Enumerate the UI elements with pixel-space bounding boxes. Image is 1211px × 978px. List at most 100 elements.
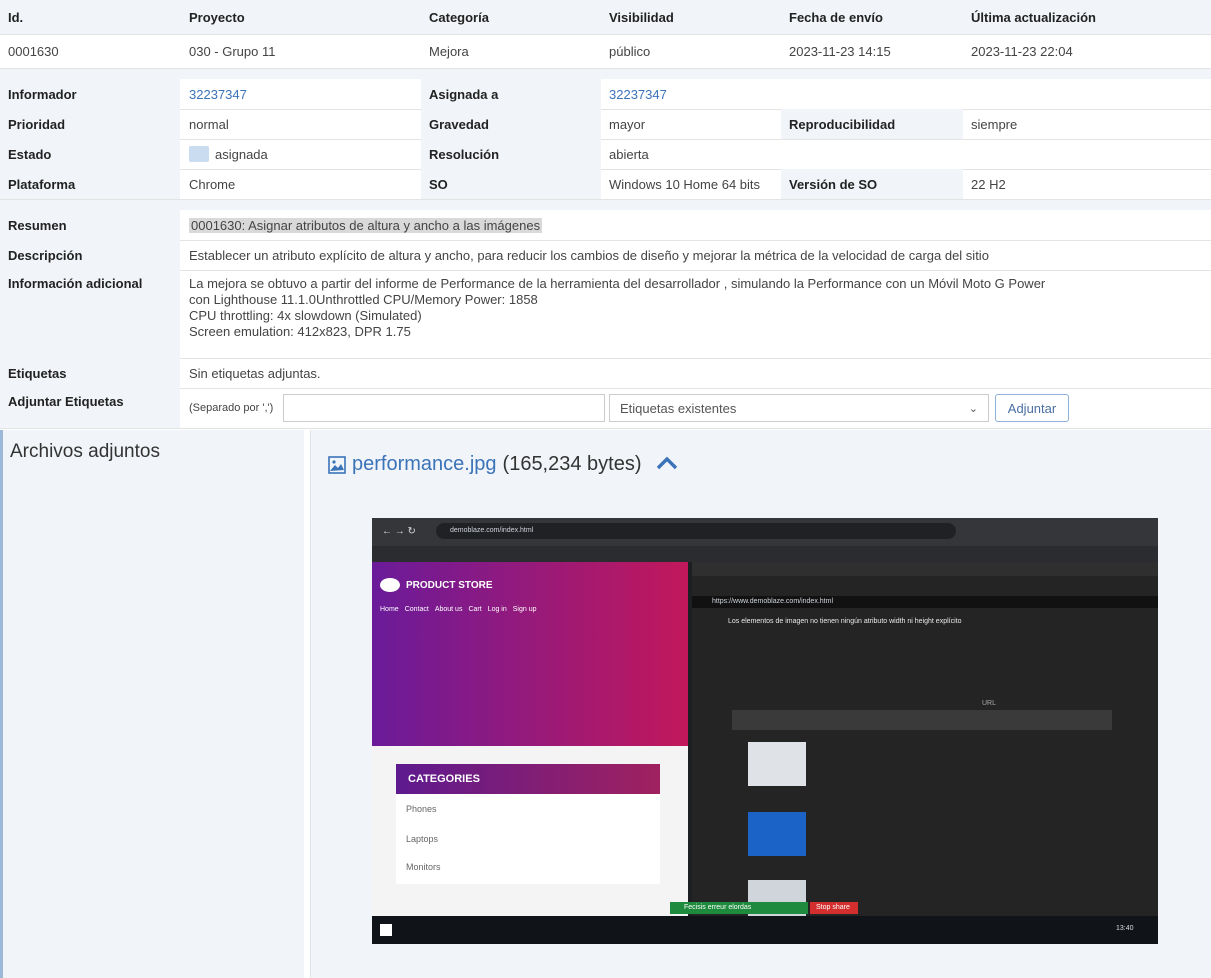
- nav-arrows-icon: ← → ↻: [382, 526, 416, 537]
- store-name: PRODUCT STORE: [406, 580, 493, 591]
- summary-text: 0001630: Asignar atributos de altura y a…: [189, 217, 543, 233]
- os-value: Windows 10 Home 64 bits: [609, 176, 761, 192]
- store-nav-item: About us: [434, 606, 463, 613]
- issue-visibility: público: [609, 43, 651, 59]
- taskbar-clock: 13:40: [1116, 925, 1134, 932]
- stop-share-text: Stop share: [816, 904, 850, 911]
- issue-row: 0001630 030 - Grupo 11 Mejora público 20…: [0, 34, 1211, 69]
- issue-submitted: 2023-11-23 14:15: [789, 43, 891, 59]
- audit-url-col: URL: [982, 700, 997, 707]
- address-bar: demoblaze.com/index.html: [436, 523, 956, 539]
- store-nav-item: Cart: [468, 606, 482, 613]
- browser-toolbar: ← → ↻ demoblaze.com/index.html: [372, 518, 1158, 546]
- attachment-filename[interactable]: performance.jpg: [352, 453, 497, 476]
- description-value: Establecer un atributo explícito de altu…: [189, 247, 989, 263]
- col-updated: Última actualización: [971, 9, 1096, 25]
- priority-label: Prioridad: [0, 109, 180, 139]
- col-visibility: Visibilidad: [609, 9, 674, 25]
- reproducibility-label: Reproducibilidad: [781, 109, 963, 139]
- reporter-row: Informador 32237347 Asignada a 32237347: [0, 79, 1211, 110]
- categories-list: Phones Laptops Monitors: [396, 794, 660, 884]
- summary-label: Resumen: [0, 210, 180, 240]
- additional-info-row: Información adicional La mejora se obtuv…: [0, 270, 1211, 359]
- category-item: Phones: [406, 804, 437, 814]
- store-logo-icon: [380, 578, 400, 592]
- summary-value: 0001630: Asignar atributos de altura y a…: [181, 210, 1211, 240]
- image-file-icon: [328, 455, 346, 474]
- resolution-label: Resolución: [421, 139, 601, 169]
- bookmarks-bar: [372, 546, 1158, 562]
- issue-id: 0001630: [8, 43, 59, 59]
- audit-thumb: [748, 742, 806, 786]
- severity-label: Gravedad: [421, 109, 601, 139]
- platform-value: Chrome: [189, 176, 236, 192]
- additional-line: CPU throttling: 4x slowdown (Simulated): [189, 308, 422, 323]
- status-label: Estado: [0, 139, 180, 169]
- audit-thumb: [748, 812, 806, 856]
- additional-info-value: La mejora se obtuvo a partir del informe…: [181, 270, 1211, 358]
- attachments-title: Archivos adjuntos: [10, 441, 160, 462]
- platform-row: Plataforma Chrome SO Windows 10 Home 64 …: [0, 169, 1211, 200]
- col-category: Categoría: [429, 9, 489, 25]
- col-project: Proyecto: [189, 9, 245, 25]
- tags-value: Sin etiquetas adjuntas.: [189, 365, 321, 381]
- attachment-filesize: (165,234 bytes): [502, 453, 642, 475]
- category-item: Monitors: [406, 862, 441, 872]
- issue-project: 030 - Grupo 11: [189, 43, 276, 59]
- tags-label: Etiquetas: [0, 358, 180, 388]
- priority-row: Prioridad normal Gravedad mayor Reproduc…: [0, 109, 1211, 140]
- share-bar: Fecisis erreur elordas: [670, 902, 808, 914]
- devtools-panel: https://www.demoblaze.com/index.html Los…: [692, 562, 1158, 932]
- reproducibility-value: siempre: [971, 116, 1018, 132]
- os-version-label: Versión de SO: [781, 169, 963, 199]
- categories-title: CATEGORIES: [408, 773, 480, 785]
- reporter-link[interactable]: 32237347: [181, 79, 421, 109]
- attachment-preview-image[interactable]: ← → ↻ demoblaze.com/index.html PRODUCT S…: [372, 518, 1158, 944]
- assigned-link[interactable]: 32237347: [601, 79, 781, 109]
- categories-header: CATEGORIES: [396, 764, 660, 794]
- header-row: Id. Proyecto Categoría Visibilidad Fecha…: [0, 0, 1211, 35]
- audit-thumb: [748, 880, 806, 920]
- additional-info-label: Información adicional: [0, 270, 180, 358]
- severity-value: mayor: [609, 116, 646, 132]
- col-submitted: Fecha de envío: [789, 9, 883, 25]
- tags-row: Etiquetas Sin etiquetas adjuntas.: [0, 358, 1211, 389]
- platform-label: Plataforma: [0, 169, 180, 199]
- chevron-up-icon[interactable]: [656, 453, 678, 476]
- issue-updated: 2023-11-23 22:04: [971, 43, 1073, 59]
- store-nav: Home Contact About us Cart Log in Sign u…: [380, 606, 537, 613]
- stop-share-button: Stop share: [810, 902, 858, 914]
- assigned-label: Asignada a: [421, 79, 601, 109]
- summary-row: Resumen 0001630: Asignar atributos de al…: [0, 210, 1211, 241]
- status-color-chip: [189, 146, 209, 162]
- os-label: SO: [421, 169, 601, 199]
- store-nav-item: Contact: [404, 606, 429, 613]
- priority-value: normal: [189, 116, 229, 132]
- attachments-label-cell: [0, 430, 304, 978]
- taskbar: 13:40: [372, 916, 1158, 944]
- issue-category: Mejora: [429, 43, 469, 59]
- address-url: demoblaze.com/index.html: [450, 527, 534, 534]
- tags-select[interactable]: Etiquetas existentes ⌄: [609, 394, 989, 422]
- additional-line: La mejora se obtuvo a partir del informe…: [189, 276, 1046, 291]
- attach-tags-row: Adjuntar Etiquetas (Separado por ',') Et…: [0, 388, 1211, 429]
- status-text: asignada: [215, 146, 268, 162]
- chevron-down-icon: ⌄: [968, 402, 978, 415]
- attach-tags-label: Adjuntar Etiquetas: [0, 388, 180, 428]
- status-row: Estado asignada Resolución abierta: [0, 139, 1211, 170]
- description-row: Descripción Establecer un atributo explí…: [0, 240, 1211, 271]
- devtools-url: https://www.demoblaze.com/index.html: [712, 598, 833, 605]
- tags-hint: (Separado por ','): [189, 402, 274, 414]
- description-label: Descripción: [0, 240, 180, 270]
- store-nav-item: Log in: [487, 606, 507, 613]
- col-id: Id.: [8, 9, 24, 25]
- category-item: Laptops: [406, 834, 439, 844]
- devtools-tabs: [692, 562, 1158, 576]
- tags-select-value: Etiquetas existentes: [620, 400, 737, 416]
- status-value: asignada: [181, 139, 421, 169]
- reporter-label: Informador: [0, 79, 180, 109]
- store-body: CATEGORIES Phones Laptops Monitors: [372, 746, 688, 932]
- tags-input[interactable]: [283, 394, 605, 422]
- attach-button[interactable]: Adjuntar: [995, 394, 1069, 422]
- windows-start-icon: [380, 924, 392, 936]
